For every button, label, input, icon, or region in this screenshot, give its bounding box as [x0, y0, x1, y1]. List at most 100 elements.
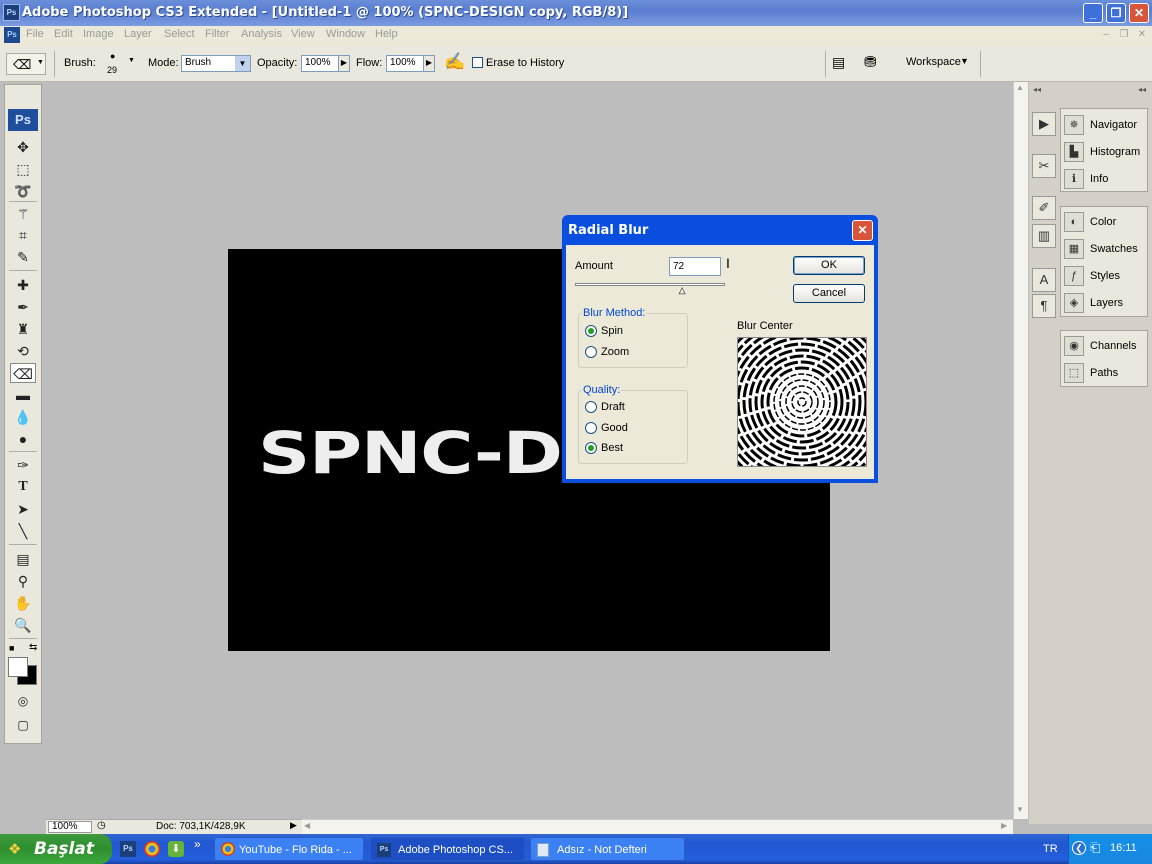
brush-picker[interactable]: ● 29 ▼: [104, 51, 135, 77]
bridge-icon[interactable]: ⛃: [864, 53, 877, 71]
foreground-color-swatch[interactable]: [8, 657, 28, 677]
menu-window[interactable]: Window: [326, 28, 365, 40]
marquee-icon[interactable]: ⬚: [10, 159, 36, 179]
menu-select[interactable]: Select: [164, 28, 195, 40]
swap-colors-icon[interactable]: ⇆: [29, 642, 37, 653]
menu-help[interactable]: Help: [375, 28, 398, 40]
palette-well-icon[interactable]: ▤: [832, 54, 845, 71]
task-youtube[interactable]: YouTube - Flo Rida - ...: [214, 837, 364, 861]
panel-color[interactable]: ◐ Color: [1061, 209, 1147, 236]
blur-icon[interactable]: 💧: [10, 407, 36, 427]
dialog-close-button[interactable]: ✕: [852, 220, 873, 241]
scroll-up-icon[interactable]: ▲: [1016, 83, 1024, 92]
amount-slider-thumb[interactable]: △: [679, 286, 686, 295]
brushes-icon[interactable]: ✐: [1032, 196, 1056, 220]
panel-histogram[interactable]: ▙ Histogram: [1061, 139, 1147, 166]
menu-edit[interactable]: Edit: [54, 28, 73, 40]
menu-file[interactable]: File: [26, 28, 44, 40]
language-indicator[interactable]: TR: [1043, 843, 1058, 855]
airbrush-icon[interactable]: ✍: [444, 52, 465, 72]
pen-icon[interactable]: ✑: [10, 455, 36, 475]
start-button[interactable]: ❖ Başlat: [0, 834, 112, 864]
minimize-button[interactable]: _: [1083, 3, 1103, 23]
slice-icon[interactable]: ✎: [10, 247, 36, 267]
amount-input[interactable]: [669, 257, 721, 276]
spin-label[interactable]: Spin: [601, 325, 623, 337]
history-brush-icon[interactable]: ⟲: [10, 341, 36, 361]
panel-info[interactable]: ℹ Info: [1061, 166, 1147, 193]
crop-icon[interactable]: ⌗: [10, 225, 36, 245]
notes-icon[interactable]: ▤: [10, 549, 36, 569]
dock-collapse-icon[interactable]: ◂◂: [1138, 85, 1146, 94]
magic-wand-icon[interactable]: ⚚: [10, 204, 36, 224]
animation-icon[interactable]: ▶: [1032, 112, 1056, 136]
menu-image[interactable]: Image: [83, 28, 114, 40]
lasso-icon[interactable]: ➰: [10, 181, 36, 201]
dodge-icon[interactable]: ●: [10, 429, 36, 449]
menu-layer[interactable]: Layer: [124, 28, 152, 40]
menu-analysis[interactable]: Analysis: [241, 28, 282, 40]
best-label[interactable]: Best: [601, 442, 623, 454]
zoom-radio[interactable]: [585, 346, 597, 358]
network-icon[interactable]: ⎗: [1090, 840, 1100, 856]
opacity-slider-button[interactable]: ▶: [339, 55, 350, 72]
erase-to-history-checkbox[interactable]: [472, 57, 483, 68]
doc-restore-icon[interactable]: ❐: [1118, 29, 1130, 40]
move-icon[interactable]: ✥: [10, 137, 36, 157]
screen-mode-icon[interactable]: ▢: [10, 715, 36, 735]
character-icon[interactable]: A: [1032, 268, 1056, 292]
path-selection-icon[interactable]: ➤: [10, 499, 36, 519]
title-bar[interactable]: Ps Adobe Photoshop CS3 Extended - [Untit…: [0, 0, 1152, 26]
opacity-input[interactable]: 100%: [301, 55, 339, 72]
panel-navigator[interactable]: ✵ Navigator: [1061, 112, 1147, 139]
show-hidden-icons-button[interactable]: ❮: [1072, 841, 1086, 855]
menu-view[interactable]: View: [291, 28, 315, 40]
good-label[interactable]: Good: [601, 422, 628, 434]
amount-slider-track[interactable]: [575, 283, 725, 286]
draft-radio[interactable]: [585, 401, 597, 413]
clock[interactable]: 16:11: [1110, 842, 1137, 854]
panel-swatches[interactable]: ▦ Swatches: [1061, 236, 1147, 263]
eraser-icon[interactable]: ⌫: [10, 363, 36, 383]
tool-presets-icon[interactable]: ✂: [1032, 154, 1056, 178]
maximize-button[interactable]: ❐: [1106, 3, 1126, 23]
brush-icon[interactable]: ✒: [10, 297, 36, 317]
healing-brush-icon[interactable]: ✚: [10, 275, 36, 295]
status-menu-icon[interactable]: ◷: [97, 820, 106, 831]
dock-grip-icon[interactable]: ◂◂: [1033, 85, 1041, 94]
chrome-quicklaunch-icon[interactable]: [144, 841, 160, 857]
zoom-label[interactable]: Zoom: [601, 346, 629, 358]
flow-input[interactable]: 100%: [386, 55, 424, 72]
quick-mask-icon[interactable]: ◎: [10, 691, 36, 711]
draft-label[interactable]: Draft: [601, 401, 625, 413]
task-notepad[interactable]: Adsız - Not Defteri: [530, 837, 685, 861]
status-arrow-icon[interactable]: ▶: [290, 820, 297, 831]
vertical-scrollbar[interactable]: ▲ ▼: [1013, 82, 1028, 819]
panel-layers[interactable]: ◈ Layers: [1061, 290, 1147, 317]
torrent-quicklaunch-icon[interactable]: ⬇: [168, 841, 184, 857]
ok-button[interactable]: OK: [793, 256, 865, 275]
best-radio[interactable]: [585, 442, 597, 454]
cancel-button[interactable]: Cancel: [793, 284, 865, 303]
zoom-icon[interactable]: 🔍: [10, 615, 36, 635]
default-colors-icon[interactable]: ■: [9, 643, 14, 653]
doc-minimize-icon[interactable]: –: [1100, 29, 1112, 40]
blur-center-preview[interactable]: [712, 312, 892, 492]
panel-paths[interactable]: ⬚ Paths: [1061, 360, 1147, 387]
eyedropper-icon[interactable]: ⚲: [10, 571, 36, 591]
photoshop-quicklaunch-icon[interactable]: Ps: [120, 841, 136, 857]
scroll-down-icon[interactable]: ▼: [1016, 805, 1024, 814]
hand-icon[interactable]: ✋: [10, 593, 36, 613]
layer-comps-icon[interactable]: ▥: [1032, 224, 1056, 248]
close-button[interactable]: ✕: [1129, 3, 1149, 23]
photoshop-app-icon[interactable]: Ps: [3, 4, 20, 21]
doc-close-icon[interactable]: ✕: [1136, 29, 1148, 40]
good-radio[interactable]: [585, 422, 597, 434]
zoom-field[interactable]: 100%: [48, 821, 92, 833]
flow-slider-button[interactable]: ▶: [424, 55, 435, 72]
document-icon[interactable]: Ps: [4, 27, 20, 43]
clone-stamp-icon[interactable]: ♜: [10, 319, 36, 339]
mode-select[interactable]: Brush ▼: [181, 55, 251, 72]
horizontal-scrollbar[interactable]: ◀ ▶: [302, 819, 1013, 834]
photoshop-logo[interactable]: Ps: [8, 109, 38, 131]
